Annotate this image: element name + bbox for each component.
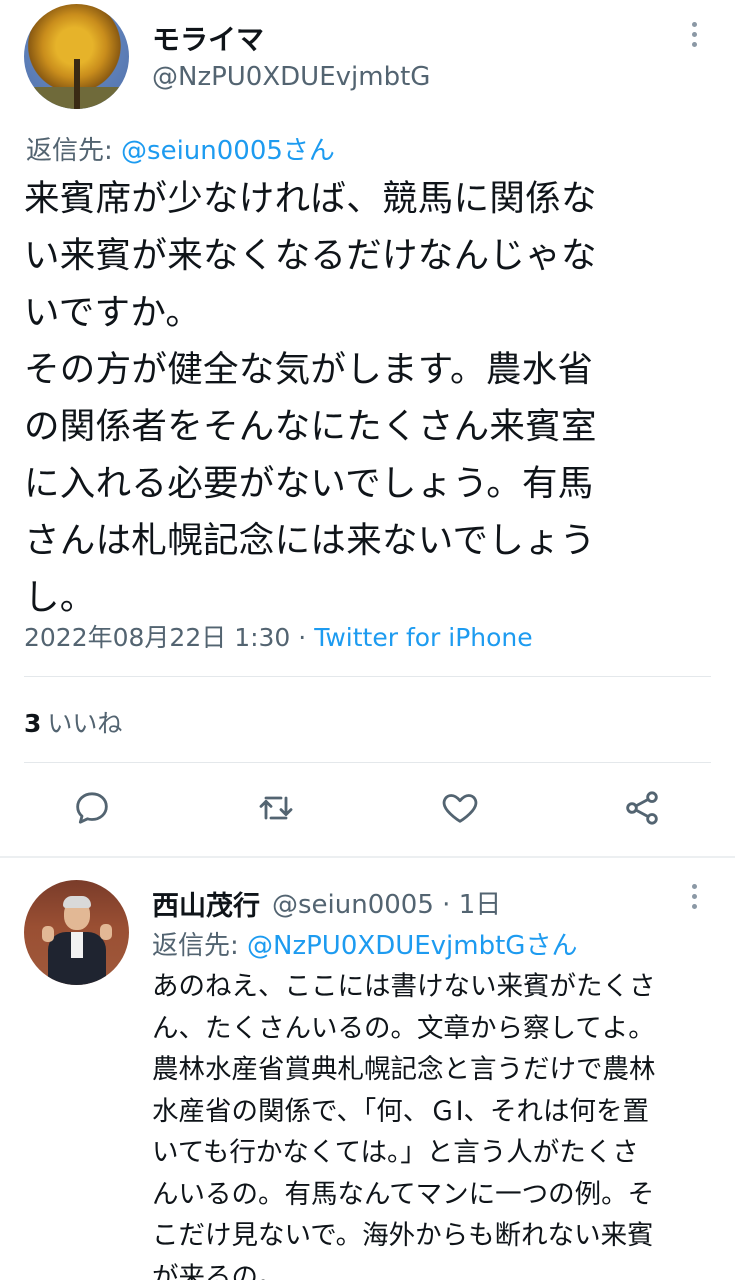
reply-text-line: 農林水産省賞典札幌記念と言うだけで農林 (152, 1054, 656, 1085)
reply-author-handle[interactable]: @seiun0005 (272, 890, 434, 920)
tweet-text-line: その方が健全な気がします。農水省 (24, 349, 594, 390)
reply-button[interactable] (72, 788, 112, 828)
reply-replying-to: 返信先: @NzPU0XDUEvjmbtGさん (152, 925, 577, 962)
reply-text-line: 水産省の関係で、「何、ＧⅠ、それは何を置 (152, 1095, 650, 1127)
tweet-text-line: いですか。 (24, 292, 202, 333)
tweet-text: 来賓席が少なければ、競馬に関係な い来賓が来なくなるだけなんじゃな いですか。 … (24, 170, 714, 626)
reply-text-line: あのねえ、ここには書けない来賓がたくさ (152, 971, 656, 1002)
divider (24, 762, 711, 763)
reply-text-line: が来るの。 (152, 1261, 285, 1280)
avatar-person-hand (42, 926, 54, 942)
avatar-tree-trunk (74, 59, 80, 109)
reply-age[interactable]: 1日 (459, 890, 502, 920)
reply-text-line: こだけ見ないで。海外からも断れない来賓 (152, 1220, 654, 1251)
reply-icon (76, 792, 108, 824)
heart-icon (442, 794, 478, 823)
reply-mention-link[interactable]: @seiun0005さん (121, 136, 335, 166)
avatar-person-hand (100, 924, 112, 940)
reply-more-options-icon[interactable] (692, 884, 698, 909)
tweet-text-line: の関係者をそんなにたくさん来賓室 (24, 406, 597, 447)
tweet-text-line: に入れる必要がないでしょう。有馬 (24, 463, 594, 504)
tweet-separator (0, 856, 735, 858)
reply-text-line: ん、たくさんいるの。文章から察してよ。 (152, 1012, 655, 1044)
like-button[interactable] (440, 788, 480, 828)
like-count-label: いいね (47, 709, 123, 738)
reply-prefix: 返信先: (26, 136, 113, 166)
avatar-person-shirt (71, 932, 83, 958)
divider (24, 676, 711, 677)
reply-author-avatar[interactable] (24, 880, 129, 985)
retweet-button[interactable] (256, 788, 296, 828)
meta-separator: · (298, 623, 307, 652)
share-icon (626, 791, 658, 825)
likes-count[interactable]: 3 いいね (24, 704, 122, 740)
more-options-icon[interactable] (692, 22, 698, 47)
like-count-number: 3 (24, 709, 42, 738)
tweet-text-line: 来賓席が少なければ、競馬に関係な (24, 178, 597, 219)
replying-to: 返信先: @seiun0005さん (26, 130, 335, 167)
reply-reply-prefix: 返信先: (152, 931, 239, 961)
reply-text-line: んいるの。有馬なんてマンに一つの例。そ (152, 1178, 655, 1210)
retweet-icon (259, 796, 293, 820)
tweet-text-line: さんは札幌記念には来ないでしょう (24, 520, 596, 561)
author-avatar[interactable] (24, 4, 129, 109)
reply-author-name[interactable]: 西山茂行 (152, 884, 260, 923)
share-button[interactable] (622, 788, 662, 828)
reply-author-meta: @seiun0005 · 1日 (272, 884, 501, 921)
author-name[interactable]: モライマ (152, 18, 264, 58)
tweet-text-line: い来賓が来なくなるだけなんじゃな (24, 235, 597, 276)
author-handle[interactable]: @NzPU0XDUEvjmbtG (152, 62, 430, 92)
source-link[interactable]: Twitter for iPhone (314, 623, 532, 652)
avatar-person-hair (63, 896, 91, 908)
tweet-meta: 2022年08月22日 1:30 · Twitter for iPhone (24, 618, 533, 654)
reply-meta-separator: · (442, 890, 451, 920)
reply-text: あのねえ、ここには書けない来賓がたくさ ん、たくさんいるの。文章から察してよ。 … (152, 966, 722, 1280)
reply-reply-mention-link[interactable]: @NzPU0XDUEvjmbtGさん (247, 931, 577, 961)
timestamp[interactable]: 2022年08月22日 1:30 (24, 623, 290, 652)
reply-text-line: いても行かなくては。」と言う人がたくさ (152, 1137, 639, 1168)
